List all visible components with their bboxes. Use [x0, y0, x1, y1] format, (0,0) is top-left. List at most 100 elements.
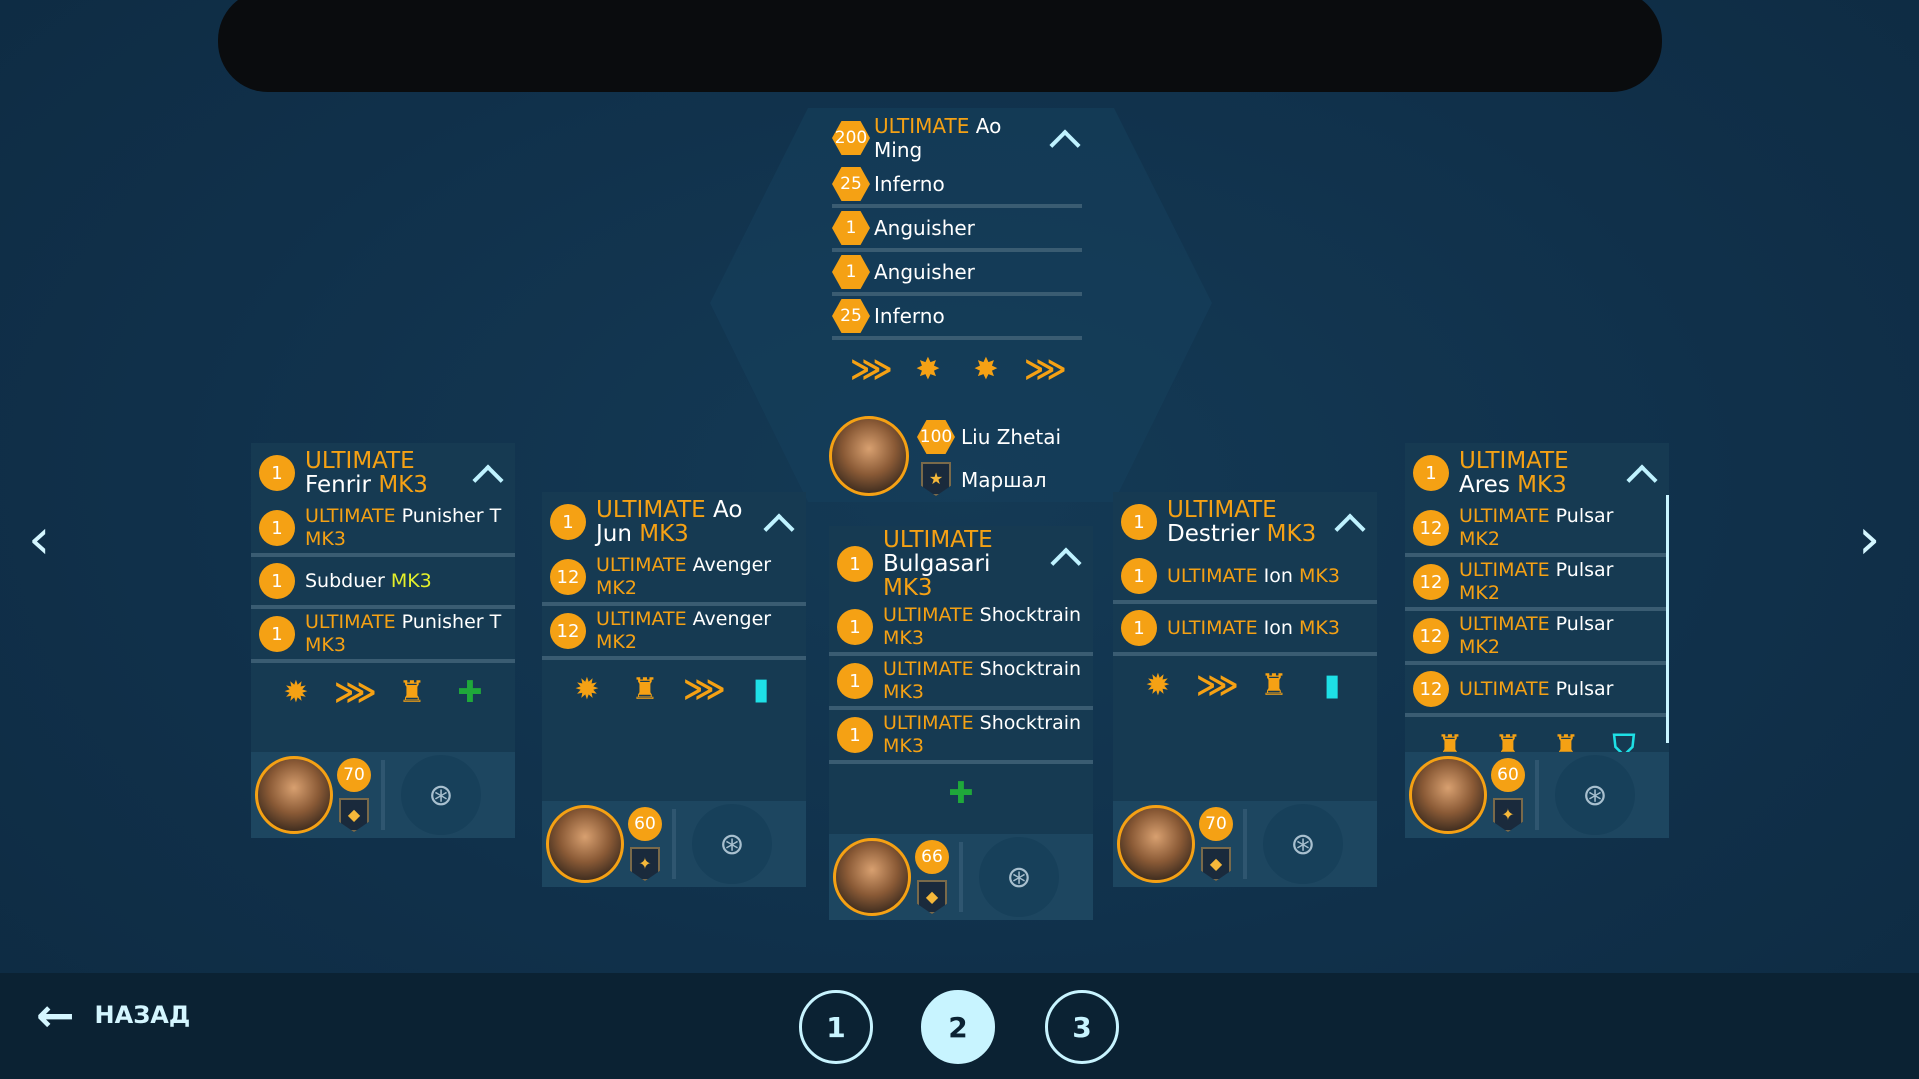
page-2-button[interactable]: 2 [921, 990, 995, 1064]
mech-name: ULTIMATE Destrier MK3 [1167, 498, 1327, 546]
next-arrow-icon[interactable]: › [1858, 512, 1880, 568]
rank-stars-icon: ✦ [630, 847, 660, 881]
rank-diamond-icon: ◆ [1201, 847, 1231, 881]
green-heal-icon[interactable]: ✚ [941, 777, 981, 811]
burst-arrow-icon[interactable]: ✹ [276, 676, 316, 710]
mech-card[interactable]: 1 ULTIMATE Bulgasari MK3 1 ULTIMATE Shocktr… [829, 526, 1093, 920]
perk-icons-row: ✹ ⋙ ♜ ▮ [1113, 656, 1377, 716]
weapon-row[interactable]: 1 ULTIMATE Ion MK3 [1113, 552, 1377, 604]
level-badge: 1 [259, 616, 295, 652]
commander[interactable]: 100 Liu Zhetai ★ Маршал [829, 416, 1099, 500]
collapse-chevron-icon[interactable] [1334, 513, 1366, 545]
chevrons-plus-icon[interactable]: ⋙ [683, 673, 726, 707]
mech-header[interactable]: 1 ULTIMATE Fenrir MK3 [251, 443, 515, 503]
burst-mech-icon[interactable]: ✸ [966, 353, 1006, 387]
burst-arrow-icon[interactable]: ✹ [1138, 669, 1178, 703]
weapon-name: ULTIMATE Ion MK3 [1167, 565, 1367, 588]
weapon-row[interactable]: 25 Inferno [832, 164, 1082, 208]
pilot-footer[interactable]: 70 ◆ ⊛ [1113, 801, 1377, 887]
drone-slot-icon[interactable]: ⊛ [979, 837, 1059, 917]
pilot-avatar[interactable] [255, 756, 333, 834]
previous-arrow-icon[interactable]: ‹ [28, 512, 50, 568]
mech-header[interactable]: 1 ULTIMATE Ao Jun MK3 [542, 492, 806, 552]
mech-header[interactable]: 1 ULTIMATE Destrier MK3 [1113, 492, 1377, 552]
weapon-row[interactable]: 1 ULTIMATE Shocktrain MK3 [829, 656, 1093, 710]
mech-header[interactable]: 1 ULTIMATE Bulgasari MK3 [829, 526, 1093, 602]
burst-arrow-icon[interactable]: ✹ [567, 673, 607, 707]
weapon-row[interactable]: 1 ULTIMATE Punisher T MK3 [251, 503, 515, 557]
weapon-row[interactable]: 12 ULTIMATE Avenger MK2 [542, 606, 806, 660]
item-name: Shocktrain [979, 712, 1082, 734]
chevrons-plus-icon[interactable]: ⋙ [334, 676, 377, 710]
weapon-row[interactable]: 1 Anguisher [832, 252, 1082, 296]
page-1-button[interactable]: 1 [799, 990, 873, 1064]
row-text: Anguisher [874, 260, 1044, 284]
weapon-row[interactable]: 12 ULTIMATE Pulsar MK2 [1405, 611, 1669, 665]
row-text: Anguisher [874, 216, 1044, 240]
prefix-label: ULTIMATE [1459, 559, 1550, 581]
drone-slot-icon[interactable]: ⊛ [692, 804, 772, 884]
mark-label: MK3 [1517, 472, 1567, 498]
leader-mech-panel: 200 ULTIMATE Ao Ming 25 Inferno 1 Anguisher 1 A… [832, 112, 1082, 400]
weapon-row[interactable]: 25 Inferno [832, 296, 1082, 340]
pilot-footer[interactable]: 70 ◆ ⊛ [251, 752, 515, 838]
mech-card[interactable]: 1 ULTIMATE Ares MK3 12 ULTIMATE Pulsar MK2 1… [1405, 443, 1669, 838]
mech-repair-icon[interactable]: ♜ [1254, 669, 1294, 703]
weapon-row[interactable]: 1 Subduer MK3 [251, 557, 515, 609]
prefix-label: ULTIMATE [883, 527, 993, 553]
pilot-footer[interactable]: 66 ◆ ⊛ [829, 834, 1093, 920]
pilot-avatar[interactable] [1409, 756, 1487, 834]
weapon-row[interactable]: 1 ULTIMATE Punisher T MK3 [251, 609, 515, 663]
weapon-row[interactable]: 1 Anguisher [832, 208, 1082, 252]
mech-card[interactable]: 1 ULTIMATE Ao Jun MK3 12 ULTIMATE Avenger M… [542, 492, 806, 887]
level-badge: 1 [1121, 558, 1157, 594]
collapse-chevron-icon[interactable] [763, 513, 795, 545]
item-name: Anguisher [874, 260, 975, 284]
pilot-footer[interactable]: 60 ✦ ⊛ [542, 801, 806, 887]
mech-repair-icon[interactable]: ♜ [625, 673, 665, 707]
green-heal-icon[interactable]: ✚ [450, 676, 490, 710]
leader-mech-row[interactable]: 200 ULTIMATE Ao Ming [832, 112, 1082, 164]
weapon-row[interactable]: 1 ULTIMATE Shocktrain MK3 [829, 602, 1093, 656]
mech-name: ULTIMATE Bulgasari MK3 [883, 528, 1043, 600]
mech-header[interactable]: 1 ULTIMATE Ares MK3 [1405, 443, 1669, 503]
burst-mech-icon[interactable]: ✸ [908, 353, 948, 387]
weapon-row[interactable]: 12 ULTIMATE Pulsar MK2 [1405, 557, 1669, 611]
collapse-chevron-icon[interactable] [1626, 464, 1658, 496]
item-name: Avenger [692, 608, 772, 630]
mark-label: MK3 [305, 634, 346, 656]
chevrons-plus-icon[interactable]: ⋙ [1196, 669, 1239, 703]
drone-slot-icon[interactable]: ⊛ [1555, 755, 1635, 835]
perk-icons-row: ✚ [829, 764, 1093, 824]
weapon-row[interactable]: 12 ULTIMATE Pulsar [1405, 665, 1669, 717]
cyan-mech-icon[interactable]: ▮ [1312, 669, 1352, 703]
pilot-avatar[interactable] [546, 805, 624, 883]
weapon-name: ULTIMATE Punisher T MK3 [305, 505, 505, 551]
item-name: Inferno [874, 304, 945, 328]
mech-card[interactable]: 1 ULTIMATE Destrier MK3 1 ULTIMATE Ion MK3 1… [1113, 492, 1377, 887]
prefix-label: ULTIMATE [1459, 613, 1550, 635]
page-3-button[interactable]: 3 [1045, 990, 1119, 1064]
chevrons-plus-icon[interactable]: ⋙ [850, 353, 893, 387]
mech-repair-icon[interactable]: ♜ [392, 676, 432, 710]
back-button[interactable]: ← НАЗАД [36, 992, 190, 1038]
weapon-row[interactable]: 12 ULTIMATE Avenger MK2 [542, 552, 806, 606]
scrollbar[interactable] [1666, 495, 1669, 743]
collapse-chevron-icon[interactable] [472, 464, 504, 496]
collapse-chevron-icon[interactable] [1050, 547, 1082, 579]
pilot-footer[interactable]: 60 ✦ ⊛ [1405, 752, 1669, 838]
divider [959, 842, 963, 912]
weapon-row[interactable]: 1 ULTIMATE Shocktrain MK3 [829, 710, 1093, 764]
mech-card[interactable]: 1 ULTIMATE Fenrir MK3 1 ULTIMATE Punisher T… [251, 443, 515, 838]
pilot-avatar[interactable] [833, 838, 911, 916]
weapon-row[interactable]: 12 ULTIMATE Pulsar MK2 [1405, 503, 1669, 557]
weapon-row[interactable]: 1 ULTIMATE Ion MK3 [1113, 604, 1377, 656]
chevrons-plus-icon[interactable]: ⋙ [1024, 353, 1067, 387]
drone-slot-icon[interactable]: ⊛ [1263, 804, 1343, 884]
cyan-mech-icon[interactable]: ▮ [741, 673, 781, 707]
mark-label: MK3 [1299, 564, 1340, 587]
prefix-label: ULTIMATE [883, 712, 974, 734]
pilot-avatar[interactable] [1117, 805, 1195, 883]
drone-slot-icon[interactable]: ⊛ [401, 755, 481, 835]
rank-diamond-icon: ◆ [339, 798, 369, 832]
